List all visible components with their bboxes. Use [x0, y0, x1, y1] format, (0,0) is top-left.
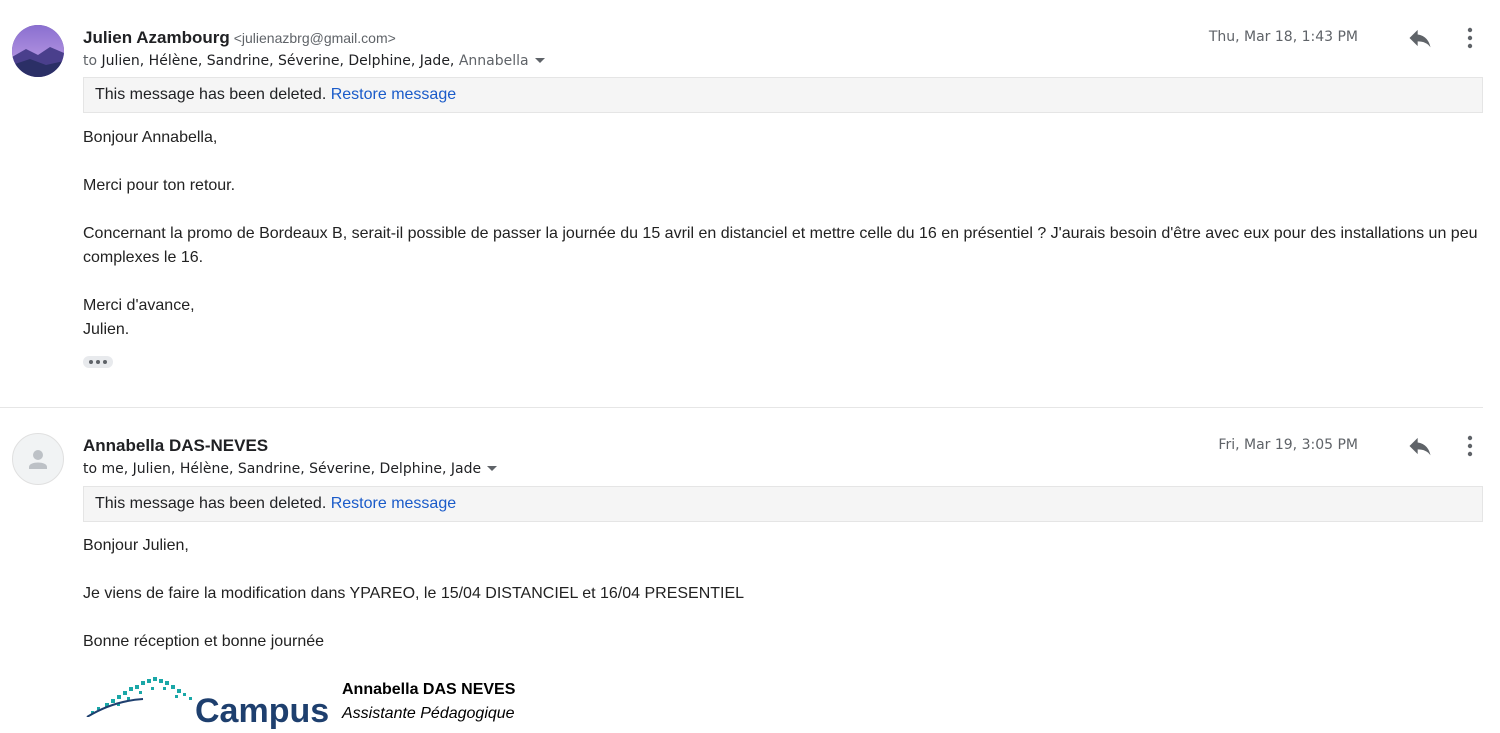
- message-date: Thu, Mar 18, 1:43 PM: [1208, 29, 1358, 45]
- body-paragraph: Concernant la promo de Bordeaux B, serai…: [83, 225, 1478, 266]
- restore-message-link[interactable]: Restore message: [331, 495, 456, 512]
- message-date: Fri, Mar 19, 3:05 PM: [1218, 437, 1358, 453]
- deleted-notice-bar: This message has been deleted. Restore m…: [83, 77, 1483, 113]
- deleted-notice-bar: This message has been deleted. Restore m…: [83, 486, 1483, 522]
- body-paragraph: Bonne réception et bonne journée: [83, 633, 325, 650]
- reply-arrow-icon: [1409, 29, 1431, 48]
- recipients-line[interactable]: to Julien, Hélène, Sandrine, Séverine, D…: [83, 53, 545, 69]
- deleted-notice-text: This message has been deleted.: [95, 86, 327, 103]
- sender-name[interactable]: Julien Azambourg: [83, 28, 230, 47]
- message-body: Bonjour Annabella, Merci pour ton retour…: [83, 126, 1483, 366]
- reply-arrow-icon: [1409, 437, 1431, 456]
- signature-name: Annabella DAS NEVES: [342, 681, 516, 698]
- body-paragraph: Je viens de faire la modification dans Y…: [83, 585, 745, 602]
- recipients-extra: Annabella: [458, 53, 529, 69]
- campus-logo-dots-icon: [86, 677, 192, 718]
- body-paragraph: Merci d'avance,: [83, 297, 195, 314]
- body-paragraph: Julien.: [83, 321, 130, 338]
- avatar-landscape-image: [12, 25, 64, 77]
- recipients-list: to me, Julien, Hélène, Sandrine, Séverin…: [83, 461, 482, 477]
- sender-avatar[interactable]: [12, 433, 64, 485]
- ellipsis-icon: [103, 360, 107, 364]
- show-trimmed-content-button[interactable]: [83, 356, 113, 368]
- signature-role: Assistante Pédagogique: [342, 705, 515, 722]
- vertical-dots-icon: [1467, 27, 1473, 49]
- sender-line: Annabella DAS-NEVES: [83, 436, 268, 456]
- restore-message-link[interactable]: Restore message: [331, 86, 456, 103]
- reply-button[interactable]: [1406, 432, 1434, 460]
- more-options-button[interactable]: [1460, 24, 1480, 52]
- sender-email: <julienazbrg@gmail.com>: [233, 30, 396, 46]
- chevron-down-icon[interactable]: [487, 466, 498, 471]
- deleted-notice-text: This message has been deleted.: [95, 495, 327, 512]
- campus-logo-text: Campus: [195, 692, 330, 730]
- recipients-line[interactable]: to me, Julien, Hélène, Sandrine, Séverin…: [83, 461, 498, 477]
- reply-button[interactable]: [1406, 24, 1434, 52]
- sender-avatar[interactable]: [12, 25, 64, 77]
- default-person-icon: [29, 450, 47, 469]
- vertical-dots-icon: [1467, 435, 1473, 457]
- message-body: Bonjour Julien, Je viens de faire la mod…: [83, 534, 1483, 678]
- recipients-list: Julien, Hélène, Sandrine, Séverine, Delp…: [101, 53, 455, 69]
- to-prefix: to: [83, 53, 98, 69]
- body-paragraph: Bonjour Annabella,: [83, 129, 218, 146]
- body-paragraph: Bonjour Julien,: [83, 537, 189, 554]
- chevron-down-icon[interactable]: [534, 58, 545, 63]
- more-options-button[interactable]: [1460, 432, 1480, 460]
- sender-line: Julien Azambourg <julienazbrg@gmail.com>: [83, 28, 396, 48]
- ellipsis-icon: [96, 360, 100, 364]
- body-paragraph: Merci pour ton retour.: [83, 177, 236, 194]
- message-divider: [0, 407, 1483, 408]
- ellipsis-icon: [89, 360, 93, 364]
- sender-name[interactable]: Annabella DAS-NEVES: [83, 436, 268, 455]
